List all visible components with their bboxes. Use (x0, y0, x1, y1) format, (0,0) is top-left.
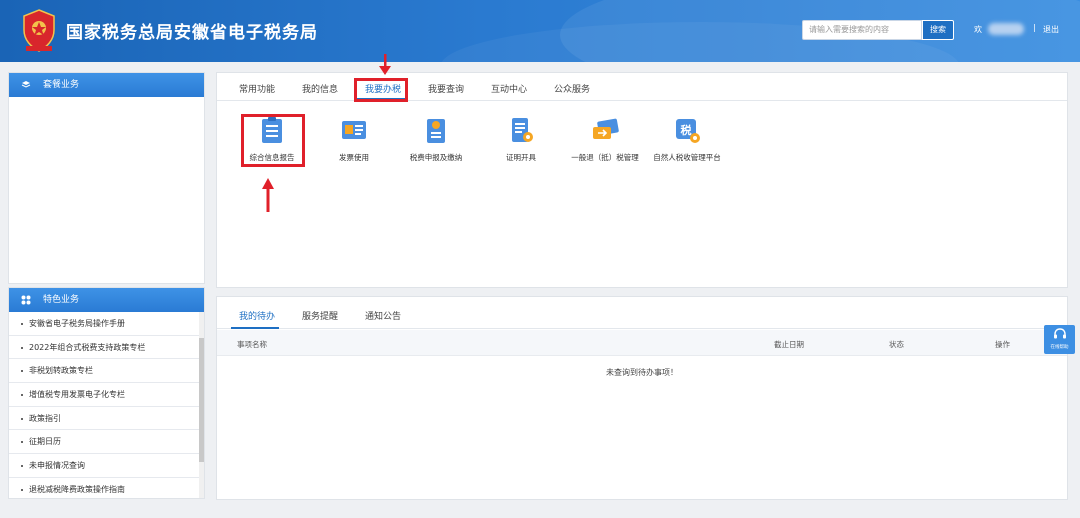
headset-icon (1053, 328, 1066, 339)
svg-text:税: 税 (681, 123, 692, 137)
tab-public-service[interactable]: 公众服务 (554, 82, 590, 95)
feature-item[interactable]: 退税减税降费政策操作指南 (9, 478, 199, 498)
tab-common[interactable]: 常用功能 (239, 82, 275, 95)
refund-icon (593, 118, 619, 139)
function-tabs: 常用功能 我的信息 我要办税 我要查询 互动中心 公众服务 (217, 73, 1067, 101)
func-label: 证明开具 (506, 153, 536, 162)
feature-scrollbar[interactable] (199, 312, 204, 498)
feature-item[interactable]: 安徽省电子税务局操作手册 (9, 312, 199, 336)
func-declare-pay[interactable]: 税费申报及缴纳 (396, 115, 476, 163)
todo-tabs: 我的待办 服务提醒 通知公告 (217, 297, 1067, 329)
feature-item[interactable]: 未申报情况查询 (9, 454, 199, 478)
user-name-blurred (988, 23, 1024, 35)
col-deadline: 截止日期 (774, 340, 804, 349)
feature-item[interactable]: 政策指引 (9, 407, 199, 431)
certificate-icon (512, 118, 533, 142)
top-header: 国家税务总局安徽省电子税务局 请输入需要搜索的内容 搜索 欢 | 退出 (0, 0, 1080, 62)
tab-my-todo[interactable]: 我的待办 (239, 309, 275, 322)
package-panel-title: 套餐业务 (43, 80, 80, 90)
feature-panel-title: 特色业务 (43, 295, 80, 305)
feature-list: 安徽省电子税务局操作手册 2022年组合式税费支持政策专栏 非税划转政策专栏 增… (9, 312, 204, 498)
function-panel: 常用功能 我的信息 我要办税 我要查询 互动中心 公众服务 综合信息报告 发票使… (216, 72, 1068, 288)
declare-icon (427, 119, 445, 143)
tab-interaction[interactable]: 互动中心 (491, 82, 527, 95)
package-panel-header[interactable]: 套餐业务 (9, 73, 204, 97)
tab-service-reminder[interactable]: 服务提醒 (302, 309, 338, 322)
func-label: 自然人税收管理平台 (653, 153, 721, 162)
empty-message: 未查询到待办事项！ (606, 368, 678, 377)
search-input[interactable]: 请输入需要搜索的内容 (802, 20, 922, 40)
func-label: 一般退（抵）税管理 (571, 153, 639, 162)
tab-notice[interactable]: 通知公告 (365, 309, 401, 322)
func-natural-person-tax[interactable]: 税 自然人税收管理平台 (647, 115, 727, 163)
invoice-icon (342, 121, 366, 139)
highlight-box-tab (354, 78, 408, 102)
todo-panel: 我的待办 服务提醒 通知公告 事项名称 截止日期 状态 操作 未查询到待办事项！ (216, 296, 1068, 500)
func-label: 发票使用 (339, 153, 369, 162)
header-separator: | (1033, 23, 1036, 32)
func-certificate[interactable]: 证明开具 (481, 115, 561, 163)
welcome-text: 欢 (974, 25, 982, 34)
feature-panel: 特色业务 安徽省电子税务局操作手册 2022年组合式税费支持政策专栏 非税划转政… (8, 287, 205, 499)
feature-panel-header[interactable]: 特色业务 (9, 288, 204, 312)
feature-item[interactable]: 增值税专用发票电子化专栏 (9, 383, 199, 407)
col-status: 状态 (889, 340, 904, 349)
highlight-box-function (241, 114, 305, 167)
down-arrow-icon (379, 54, 391, 75)
tax-platform-icon: 税 (676, 119, 700, 143)
active-tab-indicator (231, 327, 279, 329)
package-panel: 套餐业务 (8, 72, 205, 284)
logout-link[interactable]: 退出 (1043, 24, 1059, 35)
todo-table-header: 事项名称 截止日期 状态 操作 (217, 330, 1067, 356)
search-button[interactable]: 搜索 (922, 20, 954, 40)
site-title: 国家税务总局安徽省电子税务局 (66, 23, 318, 43)
col-action: 操作 (995, 340, 1010, 349)
tab-query[interactable]: 我要查询 (428, 82, 464, 95)
tab-my-info[interactable]: 我的信息 (302, 82, 338, 95)
feature-item[interactable]: 非税划转政策专栏 (9, 359, 199, 384)
func-refund[interactable]: 一般退（抵）税管理 (565, 115, 645, 163)
up-arrow-icon (262, 178, 274, 212)
layers-icon (21, 81, 31, 88)
func-invoice[interactable]: 发票使用 (314, 115, 394, 163)
online-help-label: 在线帮助 (1050, 345, 1069, 350)
grid-icon (21, 295, 31, 305)
feature-item[interactable]: 2022年组合式税费支持政策专栏 (9, 336, 199, 360)
scrollbar-thumb[interactable] (199, 338, 204, 462)
func-label: 税费申报及缴纳 (409, 153, 463, 162)
feature-item[interactable]: 征期日历 (9, 430, 199, 455)
tax-emblem-icon (23, 9, 55, 52)
online-help-button[interactable]: 在线帮助 (1044, 325, 1075, 354)
col-item-name: 事项名称 (237, 340, 267, 349)
